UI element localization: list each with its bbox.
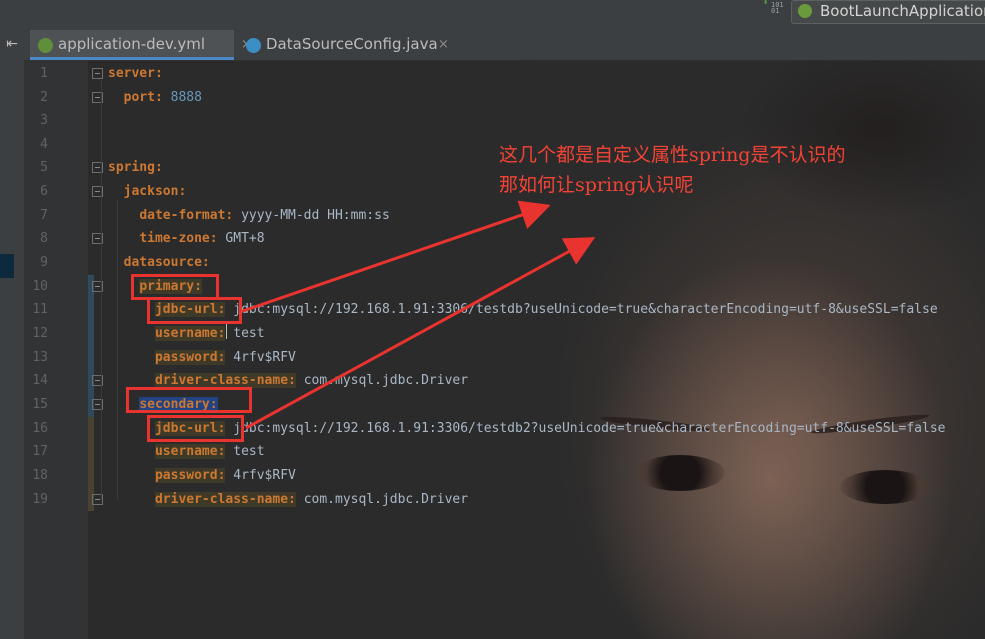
annotation-line-2: 那如何让spring认识呢: [499, 174, 694, 196]
annotation-arrows: [239, 200, 596, 430]
annotation-line-1: 这几个都是自定义属性spring是不认识的: [499, 144, 846, 166]
arrow-to-note-1: [239, 200, 551, 314]
annotation-note: 这几个都是自定义属性spring是不认识的 那如何让spring认识呢: [499, 140, 969, 200]
arrow-to-note-2: [245, 237, 596, 430]
